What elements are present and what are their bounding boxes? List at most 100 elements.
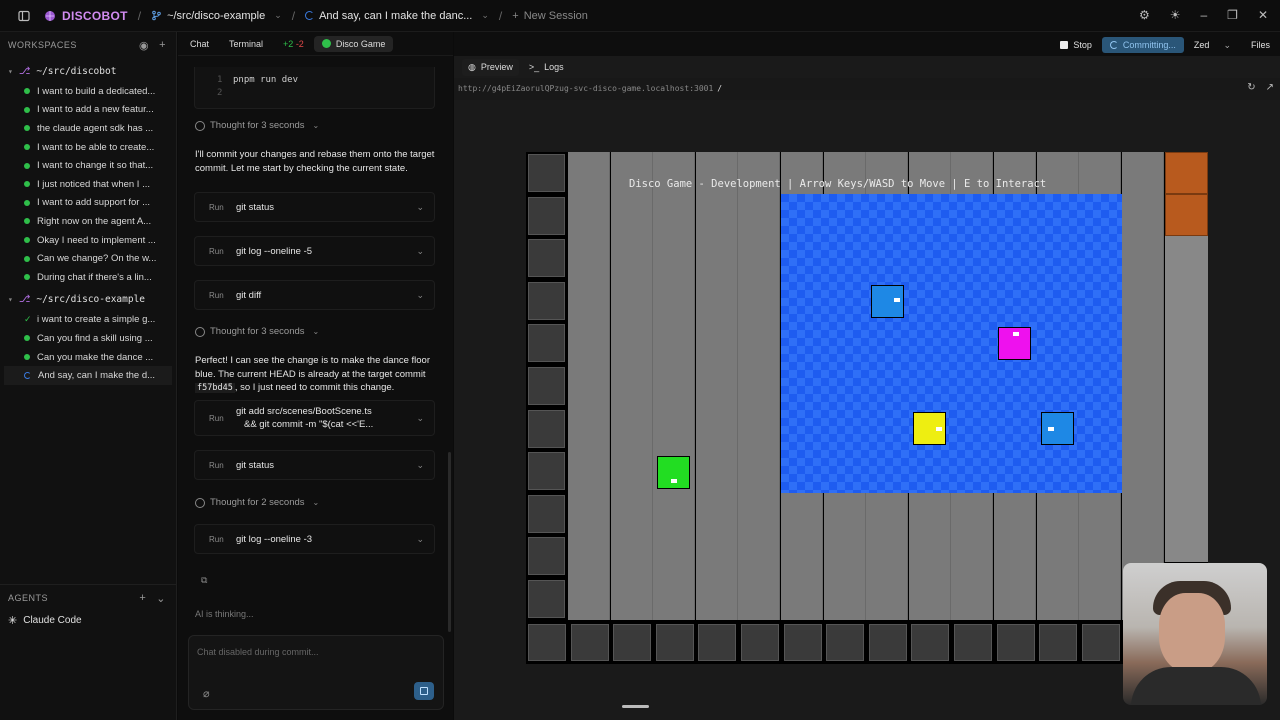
wall-tile	[868, 624, 907, 661]
theme-sun-icon[interactable]: ☀	[1170, 8, 1181, 22]
tab-disco-game[interactable]: Disco Game	[313, 35, 394, 52]
status-dot-icon	[24, 125, 30, 132]
run-command: git status	[236, 201, 275, 213]
close-icon[interactable]: ✕	[1258, 8, 1268, 22]
game-title: Disco Game - Development | Arrow Keys/WA…	[629, 178, 1047, 190]
external-link-icon[interactable]: ↗	[1266, 82, 1274, 93]
tool-run-git-status[interactable]: Run git status ⌄	[194, 192, 435, 222]
workspace-disco-example[interactable]: ▾ ⎇ ~/src/disco-example	[0, 291, 176, 309]
session-item[interactable]: Can we change? On the w...	[0, 249, 176, 268]
session-item[interactable]: I just noticed that when I ...	[0, 175, 176, 194]
session-item[interactable]: Right now on the agent A...	[0, 212, 176, 231]
add-agent-icon[interactable]: +	[139, 592, 146, 605]
workspace-path: ~/src/disco-example	[36, 294, 146, 306]
minimize-icon[interactable]: –	[1200, 8, 1207, 22]
floor-tile	[1121, 152, 1164, 620]
session-item[interactable]: I want to add support for ...	[0, 194, 176, 213]
session-item[interactable]: the claude agent sdk has ...	[0, 119, 176, 138]
breadcrumb-session[interactable]: And say, can I make the danc... ⌄	[305, 10, 489, 22]
copy-icon[interactable]: ⧉	[201, 575, 207, 586]
session-item[interactable]: I want to add a new featur...	[0, 101, 176, 120]
session-item[interactable]: I want to be able to create...	[0, 138, 176, 157]
new-session-button[interactable]: + New Session	[512, 10, 588, 22]
eye-icon[interactable]: ◉	[139, 39, 149, 52]
home-indicator	[622, 705, 649, 708]
agent-claude-code[interactable]: ✳ Claude Code	[0, 609, 176, 631]
tab-logs[interactable]: >_ Logs	[523, 59, 570, 75]
session-title: During chat if there's a lin...	[37, 271, 152, 283]
chevron-down-icon: ⌄	[481, 10, 489, 20]
sprite-eye	[671, 479, 677, 483]
session-title: I want to add support for ...	[37, 197, 151, 209]
chevron-down-icon[interactable]: ⌄	[156, 592, 166, 605]
run-command: git log --oneline -3	[236, 533, 313, 545]
wall-tile	[528, 452, 565, 491]
thought-label: Thought for 3 seconds	[210, 326, 305, 337]
thinking-status: AI is thinking...	[195, 609, 254, 619]
wall-tile	[528, 281, 565, 320]
session-item[interactable]: Okay I need to implement ...	[0, 231, 176, 250]
status-dot-icon	[24, 162, 30, 169]
session-item-active[interactable]: And say, can I make the d...	[4, 366, 172, 385]
add-workspace-icon[interactable]: +	[159, 39, 166, 52]
thought-toggle[interactable]: Thought for 3 seconds ⌄	[195, 120, 319, 131]
stop-send-button[interactable]	[414, 682, 434, 700]
dancer-sprite	[871, 285, 904, 318]
plus-icon: +	[512, 9, 519, 22]
commit-hash: f57bd45	[195, 383, 235, 393]
tool-run-git-status[interactable]: Run git status ⌄	[194, 450, 435, 480]
wall-tile	[528, 624, 566, 661]
maximize-icon[interactable]: ❐	[1227, 8, 1238, 22]
tab-logs-label: Logs	[544, 62, 564, 72]
attach-paperclip-icon[interactable]: ⌀	[203, 687, 210, 700]
committing-button[interactable]: Committing...	[1101, 37, 1184, 53]
tool-run-git-log[interactable]: Run git log --oneline -3 ⌄	[194, 524, 435, 554]
dancer-sprite	[913, 412, 946, 445]
refresh-icon[interactable]: ↻	[1247, 82, 1255, 93]
tool-run-git-log[interactable]: Run git log --oneline -5 ⌄	[194, 236, 435, 266]
chevron-down-icon: ⌄	[312, 498, 320, 507]
sidebar-toggle-icon[interactable]	[16, 8, 32, 24]
main-toolbar: Stop Committing... Zed ⌄ Files	[454, 32, 1280, 56]
chat-composer[interactable]: Chat disabled during commit... ⌀	[188, 635, 444, 710]
workspace-discobot[interactable]: ▾ ⎇ ~/src/discobot	[0, 62, 176, 80]
files-button[interactable]: Files	[1251, 40, 1270, 50]
tool-run-git-diff[interactable]: Run git diff ⌄	[194, 280, 435, 310]
stop-button[interactable]: Stop	[1060, 40, 1092, 50]
stop-square-icon	[420, 687, 428, 695]
session-item[interactable]: Can you find a skill using ...	[0, 329, 176, 348]
agent-name: Claude Code	[23, 614, 82, 626]
checkmark-icon: ✓	[24, 314, 32, 325]
url-bar[interactable]: http://g4pEiZaorulQPzug-svc-disco-game.l…	[454, 78, 1280, 100]
run-command-line: git add src/scenes/BootScene.ts	[236, 406, 372, 417]
tool-run-git-commit[interactable]: Run git add src/scenes/BootScene.ts && g…	[194, 400, 435, 436]
git-icon: ⎇	[18, 294, 31, 306]
workspace-path: ~/src/discobot	[36, 65, 117, 77]
session-item[interactable]: During chat if there's a lin...	[0, 268, 176, 287]
agents-section: AGENTS + ⌄ ✳ Claude Code	[0, 584, 176, 631]
message-text: , so I just need to commit this change.	[234, 382, 395, 393]
thought-toggle[interactable]: Thought for 2 seconds ⌄	[195, 497, 319, 508]
breadcrumb-repo[interactable]: ~/src/disco-example ⌄	[151, 10, 282, 22]
wall-tile	[613, 624, 652, 661]
sprite-eye	[894, 298, 900, 302]
thought-toggle[interactable]: Thought for 3 seconds ⌄	[195, 326, 319, 337]
session-item[interactable]: I want to change it so that...	[0, 156, 176, 175]
session-title: I want to add a new featur...	[37, 104, 154, 116]
chevron-down-icon: ⌄	[1223, 39, 1231, 50]
session-item[interactable]: Can you make the dance ...	[0, 348, 176, 367]
tab-preview[interactable]: ◍ Preview	[462, 58, 519, 76]
settings-wrench-icon[interactable]: ⚙	[1139, 8, 1150, 22]
globe-icon: ◍	[468, 61, 476, 72]
session-item[interactable]: I want to build a dedicated...	[0, 82, 176, 101]
tab-chat[interactable]: Chat	[190, 39, 209, 49]
editor-select[interactable]: Zed ⌄	[1194, 40, 1231, 51]
tab-terminal[interactable]: Terminal	[229, 39, 263, 49]
agents-header: AGENTS + ⌄	[0, 587, 176, 609]
wall-tile	[570, 624, 609, 661]
game-canvas[interactable]: Disco Game - Development | Arrow Keys/WA…	[526, 152, 1208, 664]
diff-stat[interactable]: +2 -2	[283, 39, 304, 49]
chat-scrollbar[interactable]	[448, 452, 451, 632]
session-title: I want to be able to create...	[37, 141, 155, 153]
session-item[interactable]: ✓ i want to create a simple g...	[0, 311, 176, 330]
